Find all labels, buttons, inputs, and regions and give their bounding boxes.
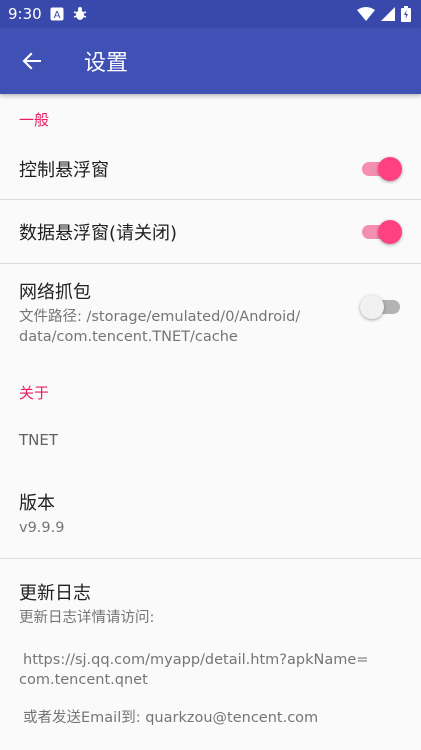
pref-network-capture-title: 网络抓包	[19, 281, 91, 303]
pref-data-float[interactable]: 数据悬浮窗(请关闭)	[0, 200, 421, 263]
network-capture-switch[interactable]	[360, 294, 402, 320]
pref-network-capture[interactable]: 网络抓包 文件路径: /storage/emulated/0/Android/ …	[0, 264, 421, 360]
changelog-title: 更新日志	[19, 583, 91, 604]
wifi-icon	[357, 7, 375, 21]
category-about: 关于	[19, 384, 50, 402]
pref-data-float-title: 数据悬浮窗(请关闭)	[19, 222, 178, 244]
changelog-link-1[interactable]: https://sj.qq.com/myapp/detail.htm?apkNa…	[19, 650, 368, 670]
bug-icon	[72, 6, 88, 22]
svg-text:A: A	[53, 10, 60, 21]
app-bar: 设置	[0, 28, 421, 94]
pref-network-capture-path-1: 文件路径: /storage/emulated/0/Android/	[19, 308, 301, 325]
page-title: 设置	[84, 51, 129, 76]
data-float-switch[interactable]	[360, 219, 402, 245]
changelog-summary: 更新日志详情请访问:	[19, 610, 155, 626]
notification-a-icon: A	[50, 7, 64, 21]
status-time: 9:30	[8, 5, 42, 23]
pref-app-name[interactable]: TNET	[0, 412, 421, 468]
pref-control-float[interactable]: 控制悬浮窗	[0, 139, 421, 199]
settings-list: 一般 控制悬浮窗 数据悬浮窗(请关闭) 网络抓包 文件路径: /storage/…	[0, 94, 421, 747]
pref-network-capture-path-2: data/com.tencent.TNET/cache	[19, 328, 238, 345]
pref-changelog[interactable]: 更新日志 更新日志详情请访问: https://sj.qq.com/myapp/…	[0, 559, 421, 747]
changelog-email[interactable]: 或者发送Email到: quarkzou@tencent.com	[19, 708, 368, 728]
back-button[interactable]	[0, 28, 64, 94]
pref-version[interactable]: 版本 v9.9.9	[0, 468, 421, 558]
control-float-switch[interactable]	[360, 156, 402, 182]
category-general: 一般	[19, 111, 50, 129]
version-title: 版本	[19, 492, 55, 514]
changelog-link-2[interactable]: com.tencent.qnet	[19, 670, 368, 690]
status-bar: 9:30 A	[0, 0, 421, 28]
version-value: v9.9.9	[19, 519, 65, 536]
app-name: TNET	[19, 431, 59, 449]
battery-icon	[401, 6, 411, 22]
arrow-back-icon	[22, 52, 41, 70]
pref-control-float-title: 控制悬浮窗	[19, 160, 109, 181]
signal-icon	[381, 7, 395, 21]
